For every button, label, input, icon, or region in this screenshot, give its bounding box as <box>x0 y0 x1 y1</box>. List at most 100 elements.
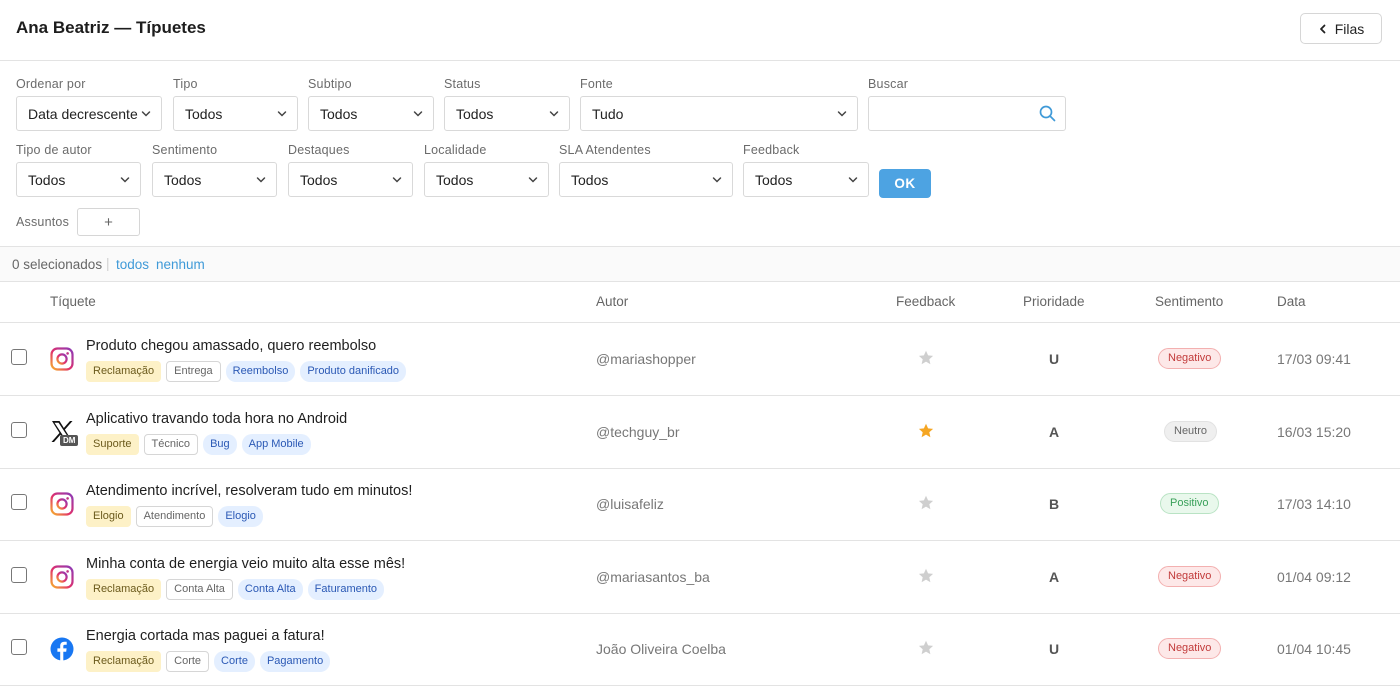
row-checkbox[interactable] <box>11 639 27 656</box>
priority-value: A <box>1049 568 1060 585</box>
highlights-label: Destaques <box>288 143 350 157</box>
type-label: Tipo <box>173 77 198 91</box>
selection-separator: | <box>106 256 110 271</box>
instagram-icon <box>50 347 74 371</box>
subtype-tag: Corte <box>166 651 210 673</box>
table-row[interactable]: Energia cortada mas paguei a fatura! Recl… <box>0 613 1400 687</box>
sentiment-filter-label: Sentimento <box>152 143 218 157</box>
subject-tag: Pagamento <box>259 651 331 673</box>
type-select[interactable]: Todos <box>173 96 298 131</box>
author-type-value: Todos <box>28 171 66 188</box>
col-feedback[interactable]: Feedback <box>896 294 955 309</box>
feedback-star-icon[interactable] <box>918 640 934 656</box>
subtype-select[interactable]: Todos <box>308 96 434 131</box>
back-button-label: Filas <box>1334 20 1365 37</box>
top-bar: Ana Beatriz — Típuetes Filas <box>0 0 1400 61</box>
select-all-link[interactable]: todos <box>116 257 149 272</box>
subject-tag: Bug <box>203 433 237 455</box>
apply-filters-button[interactable]: OK <box>879 169 931 198</box>
location-select[interactable]: Todos <box>424 162 549 197</box>
table-row[interactable]: Minha conta de energia veio muito alta e… <box>0 541 1400 614</box>
order-value: Data decrescente <box>28 105 138 122</box>
location-label: Localidade <box>424 143 487 157</box>
category-tag: Reclamação <box>86 578 162 600</box>
selection-bar: 0 selecionados | todos nenhum <box>0 246 1400 282</box>
back-to-queues-button[interactable]: Filas <box>1300 13 1382 44</box>
sentiment-badge: Neutro <box>1164 420 1218 442</box>
subtype-tag: Entrega <box>166 361 221 382</box>
instagram-icon <box>50 565 74 589</box>
status-select[interactable]: Todos <box>444 96 570 131</box>
sentiment-select[interactable]: Todos <box>152 162 277 197</box>
chevron-down-icon <box>120 177 130 183</box>
row-checkbox[interactable] <box>11 566 27 583</box>
table-row[interactable]: Produto chegou amassado, quero reembolso… <box>0 323 1400 396</box>
subject-tag: Faturamento <box>307 578 385 600</box>
subject-tag: Elogio <box>218 506 263 528</box>
sentiment-filter-value: Todos <box>164 171 202 188</box>
subtype-label: Subtipo <box>308 77 352 91</box>
ticket-date: 01/04 09:12 <box>1277 568 1351 585</box>
source-label: Fonte <box>580 77 613 91</box>
col-sentiment[interactable]: Sentimento <box>1155 294 1223 309</box>
table-row[interactable]: DM Aplicativo travando toda hora no Andro… <box>0 396 1400 469</box>
highlights-select[interactable]: Todos <box>288 162 413 197</box>
ticket-subject[interactable]: Energia cortada mas paguei a fatura! <box>86 628 325 644</box>
col-priority[interactable]: Prioridade <box>1023 294 1085 309</box>
feedback-star-icon[interactable] <box>918 423 934 439</box>
ticket-subject[interactable]: Minha conta de energia veio muito alta e… <box>86 556 405 572</box>
selected-count: 0 selecionados <box>12 257 103 272</box>
ticket-date: 01/04 10:45 <box>1277 641 1351 658</box>
chevron-down-icon <box>392 177 402 183</box>
add-subject-button[interactable]: + <box>77 208 140 236</box>
chevron-down-icon <box>712 177 722 183</box>
source-select[interactable]: Tudo <box>580 96 858 131</box>
priority-value: B <box>1049 496 1060 513</box>
table-row[interactable]: Atendimento incrível, resolveram tudo em… <box>0 468 1400 542</box>
ticket-subject[interactable]: Produto chegou amassado, quero reembolso <box>86 338 376 354</box>
col-ticket[interactable]: Tíquete <box>50 294 96 309</box>
search-box <box>868 96 1066 131</box>
select-none-link[interactable]: nenhum <box>156 257 205 272</box>
col-author[interactable]: Autor <box>596 294 628 309</box>
chevron-down-icon <box>256 177 266 183</box>
ticket-tags: Reclamação Corte Corte Pagamento <box>86 651 331 673</box>
ticket-author: @techguy_br <box>596 423 680 440</box>
ticket-tags: Elogio Atendimento Elogio <box>86 506 263 528</box>
subtype-tag: Atendimento <box>135 506 214 528</box>
ticket-subject[interactable]: Atendimento incrível, resolveram tudo em… <box>86 483 412 499</box>
feedback-star-icon[interactable] <box>918 568 934 584</box>
priority-value: U <box>1049 641 1060 658</box>
row-checkbox[interactable] <box>11 421 27 438</box>
table-header: Tíquete Autor Feedback Prioridade Sentim… <box>0 282 1400 323</box>
order-select[interactable]: Data decrescente <box>16 96 162 131</box>
feedback-star-icon[interactable] <box>918 495 934 511</box>
col-date[interactable]: Data <box>1277 294 1306 309</box>
search-icon[interactable] <box>1039 105 1056 122</box>
sentiment-badge: Negativo <box>1158 565 1222 587</box>
subject-tag: Conta Alta <box>237 578 303 600</box>
author-type-select[interactable]: Todos <box>16 162 141 197</box>
subject-tag: Reembolso <box>225 361 296 382</box>
subject-tag: Produto danificado <box>300 361 407 382</box>
page-title: Ana Beatriz — Típuetes <box>16 18 206 37</box>
ticket-subject[interactable]: Aplicativo travando toda hora no Android <box>86 411 347 427</box>
search-input[interactable] <box>869 97 1029 130</box>
status-label: Status <box>444 77 481 91</box>
chevron-down-icon <box>848 177 858 183</box>
ticket-date: 17/03 09:41 <box>1277 351 1351 367</box>
subtype-tag: Conta Alta <box>166 578 233 600</box>
facebook-icon <box>50 637 74 662</box>
feedback-star-icon[interactable] <box>918 350 934 366</box>
x-dm-icon: DM <box>50 420 79 446</box>
ticket-tags: Suporte Técnico Bug App Mobile <box>86 433 311 455</box>
subjects-label: Assuntos <box>16 215 70 229</box>
chevron-down-icon <box>277 111 287 117</box>
source-value: Tudo <box>592 105 624 122</box>
row-checkbox[interactable] <box>11 494 27 511</box>
row-checkbox[interactable] <box>11 349 27 365</box>
category-tag: Elogio <box>86 506 131 528</box>
sla-select[interactable]: Todos <box>559 162 733 197</box>
feedback-select[interactable]: Todos <box>743 162 869 197</box>
subtype-value: Todos <box>320 105 358 122</box>
